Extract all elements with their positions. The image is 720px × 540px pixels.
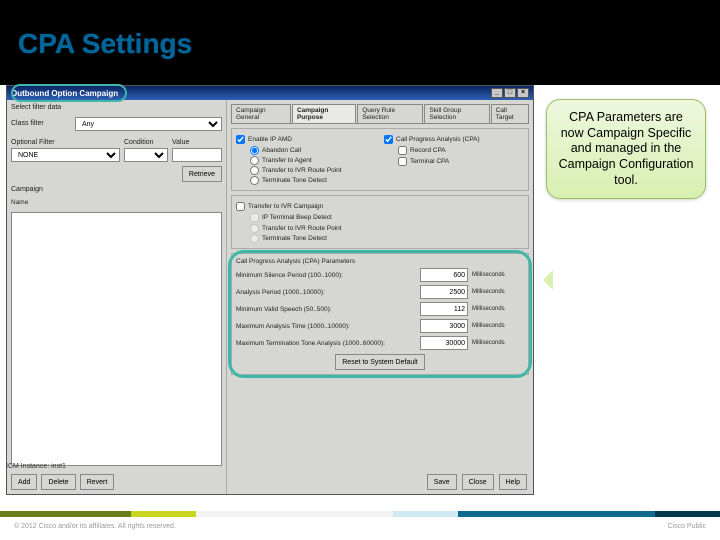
cpa-group-label: Call Progress Analysis (CPA) Parameters [236, 258, 524, 265]
condition-label: Condition [124, 139, 168, 146]
close-icon[interactable]: × [517, 88, 529, 98]
slide-footer: © 2012 Cisco and/or its affiliates. All … [0, 511, 720, 540]
maximize-icon[interactable]: □ [504, 88, 516, 98]
record-cpa-check[interactable] [398, 146, 407, 155]
abandon-call-label: Abandon Call [262, 147, 301, 154]
param5-label: Maximum Termination Tone Analysis (1000.… [236, 340, 416, 347]
tab-call-target[interactable]: Call Target [491, 104, 529, 123]
optional-filter-label: Optional Filter [11, 139, 120, 146]
param2-label: Analysis Period (1000..10000): [236, 289, 416, 296]
param4-unit: Milliseconds [472, 323, 524, 329]
enable-ip-amd-check[interactable] [236, 135, 245, 144]
param5-unit: Milliseconds [472, 340, 524, 346]
select-filter-label: Select filter data [11, 104, 222, 111]
right-pane: Campaign General Campaign Purpose Query … [227, 100, 533, 494]
transfer-agent-radio[interactable] [250, 156, 259, 165]
cpa-enable-label: Call Progress Analysis (CPA) [396, 136, 480, 143]
campaign-list-label: Campaign [11, 186, 222, 193]
terminal-cpa-label: Terminal CPA [410, 158, 449, 165]
param4-label: Maximum Analysis Time (1000..10000): [236, 323, 416, 330]
param1-label: Minimum Silence Period (100..1000): [236, 272, 416, 279]
param3-unit: Milliseconds [472, 306, 524, 312]
cpa-enable-check[interactable] [384, 135, 393, 144]
param1-input[interactable] [420, 268, 468, 282]
close-button[interactable]: Close [462, 474, 494, 490]
add-button[interactable]: Add [11, 474, 37, 490]
transfer-ivr-label: Transfer to IVR Route Point [262, 167, 342, 174]
ip-terminal-beep-label: IP Terminal Beep Detect [262, 214, 332, 221]
condition-select[interactable] [124, 148, 168, 162]
param4-input[interactable] [420, 319, 468, 333]
transfer-ivr-campaign-check[interactable] [236, 202, 245, 211]
value-label: Value [172, 139, 222, 146]
transfer-ivr-radio[interactable] [250, 166, 259, 175]
minimize-icon[interactable]: _ [491, 88, 503, 98]
optional-filter-select[interactable]: NONE [11, 148, 120, 162]
save-button[interactable]: Save [427, 474, 457, 490]
transfer-ivr-campaign-label: Transfer to IVR Campaign [248, 203, 323, 210]
dialog-titlebar: Outbound Option Campaign _ □ × [7, 86, 533, 100]
campaign-listbox[interactable] [11, 212, 222, 466]
cpa-parameters-group: Call Progress Analysis (CPA) Parameters … [231, 253, 529, 375]
page-title: CPA Settings [18, 28, 720, 60]
param3-input[interactable] [420, 302, 468, 316]
revert-button[interactable]: Revert [80, 474, 115, 490]
param3-label: Minimum Valid Speech (50..500): [236, 306, 416, 313]
classification-text: Cisco Public [667, 523, 706, 530]
icm-instance-label: ICM Instance: inst1 [6, 463, 66, 470]
tab-strip: Campaign General Campaign Purpose Query … [231, 104, 529, 124]
help-button[interactable]: Help [499, 474, 527, 490]
dialog-title-text: Outbound Option Campaign [11, 89, 118, 98]
class-filter-label: Class filter [11, 120, 71, 127]
tab-general[interactable]: Campaign General [231, 104, 291, 123]
tab-query-rule[interactable]: Query Rule Selection [357, 104, 423, 123]
abandon-call-radio[interactable] [250, 146, 259, 155]
left-pane: Select filter data Class filter Any Opti… [7, 100, 227, 494]
dialog-window: Outbound Option Campaign _ □ × Select fi… [6, 85, 534, 495]
param2-unit: Milliseconds [472, 289, 524, 295]
reset-defaults-button[interactable]: Reset to System Default [335, 354, 424, 370]
ip-terminal-beep-check [250, 213, 259, 222]
param5-input[interactable] [420, 336, 468, 350]
terminate-tone-radio[interactable] [250, 176, 259, 185]
enable-ip-amd-label: Enable IP AMD [248, 136, 292, 143]
param2-input[interactable] [420, 285, 468, 299]
tab-skill-group[interactable]: Skill Group Selection [424, 104, 489, 123]
ivr-radio-a [250, 224, 259, 233]
terminal-cpa-check[interactable] [398, 157, 407, 166]
delete-button[interactable]: Delete [41, 474, 75, 490]
record-cpa-label: Record CPA [410, 147, 446, 154]
copyright-text: © 2012 Cisco and/or its affiliates. All … [14, 523, 176, 530]
value-input[interactable] [172, 148, 222, 162]
class-filter-select[interactable]: Any [75, 117, 222, 131]
ivr-radio-b [250, 234, 259, 243]
transfer-agent-label: Transfer to Agent [262, 157, 312, 164]
retrieve-button[interactable]: Retrieve [182, 166, 222, 182]
tab-campaign-purpose[interactable]: Campaign Purpose [292, 104, 356, 123]
terminate-tone-label: Terminate Tone Detect [262, 177, 327, 184]
name-column-label: Name [11, 199, 222, 206]
param1-unit: Milliseconds [472, 272, 524, 278]
callout-bubble: CPA Parameters are now Campaign Specific… [546, 99, 706, 199]
